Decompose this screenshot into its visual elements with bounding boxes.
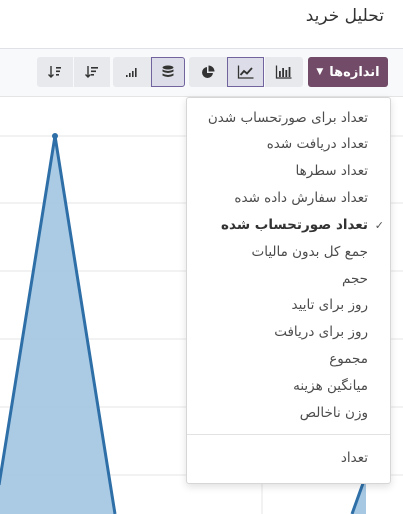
measure-option[interactable]: تعداد برای صورتحساب شدن	[187, 105, 390, 131]
line-chart-icon	[237, 65, 253, 79]
page-header: تحلیل خرید	[0, 0, 403, 49]
sort-descending-icon	[85, 66, 98, 78]
caret-down-icon: ▼	[316, 67, 324, 77]
measure-option[interactable]: میانگین هزینه	[187, 373, 390, 399]
measure-option[interactable]: جمع کل بدون مالیات	[187, 239, 390, 265]
measure-option[interactable]: تعداد دریافت شده	[187, 131, 390, 157]
measure-option[interactable]: روز برای تایید	[187, 292, 390, 318]
area-series-fill	[0, 136, 115, 514]
measure-option[interactable]: مجموع	[187, 346, 390, 372]
measure-option-selected[interactable]: ✓ تعداد صورتحساب شده	[187, 212, 390, 238]
pie-chart-button[interactable]	[189, 57, 227, 87]
measure-option-count[interactable]: تعداد	[187, 445, 390, 471]
measure-option[interactable]: تعداد سفارش داده شده	[187, 185, 390, 211]
measures-dropdown-button[interactable]: اندازه‌ها ▼	[308, 57, 388, 87]
descending-sort-button[interactable]	[113, 57, 151, 87]
line-chart-button[interactable]	[227, 57, 264, 87]
sort-descending-button[interactable]	[74, 57, 110, 87]
stacked-toggle-button[interactable]	[151, 57, 185, 87]
measures-dropdown-menu: تعداد برای صورتحساب شدن تعداد دریافت شده…	[186, 97, 391, 484]
measure-option[interactable]: روز برای دریافت	[187, 319, 390, 345]
menu-divider	[187, 434, 390, 435]
bar-chart-button[interactable]	[265, 57, 303, 87]
checkmark-icon: ✓	[374, 218, 384, 232]
sort-ascending-icon	[48, 66, 61, 78]
pie-chart-icon	[202, 65, 215, 78]
graph-toolbar: اندازه‌ها ▼	[0, 49, 403, 97]
measures-label: اندازه‌ها	[329, 64, 380, 80]
measure-option[interactable]: تعداد سطرها	[187, 158, 390, 184]
data-point	[52, 133, 58, 139]
bar-chart-icon	[275, 65, 292, 79]
measure-option[interactable]: وزن ناخالص	[187, 400, 390, 426]
page-title: تحلیل خرید	[305, 6, 384, 26]
sort-desc-icon	[126, 68, 137, 77]
sort-ascending-button[interactable]	[37, 57, 73, 87]
stack-icon	[162, 65, 174, 77]
measure-option[interactable]: حجم	[187, 266, 390, 292]
